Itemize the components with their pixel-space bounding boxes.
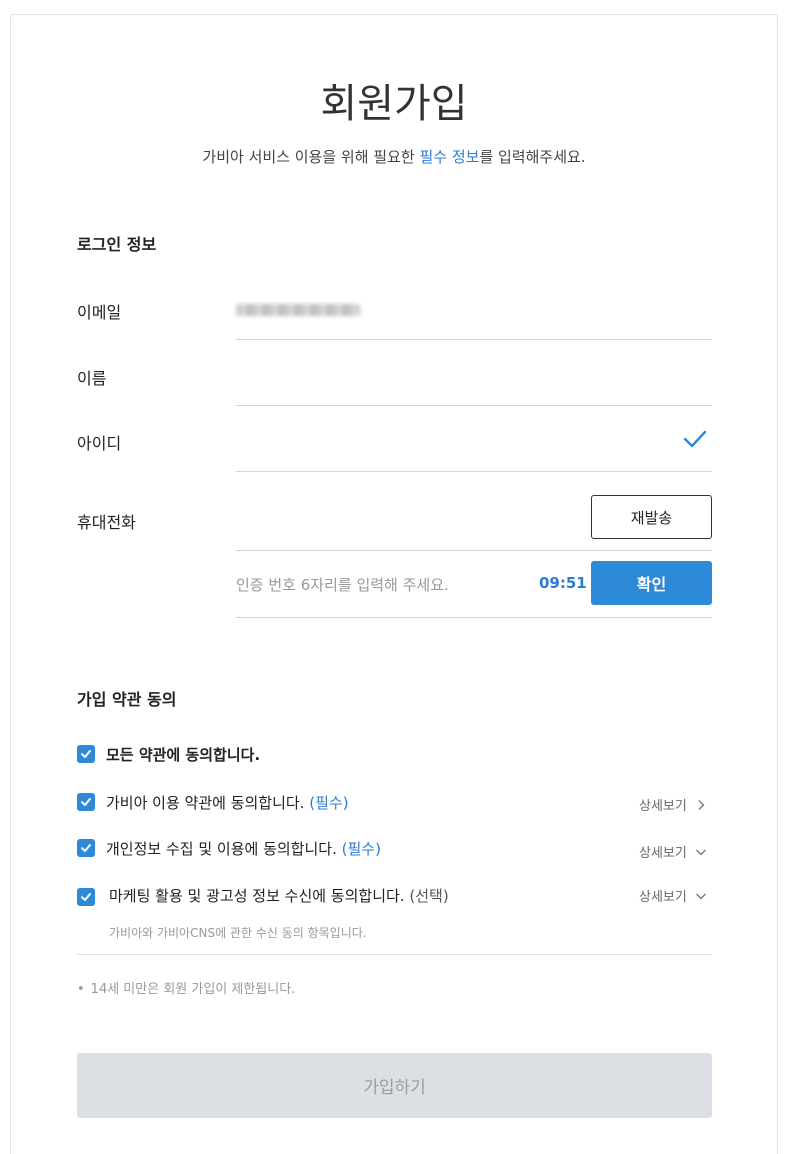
chevron-down-icon [695,849,706,855]
age-notice: • 14세 미만은 회원 가입이 제한됩니다. [77,978,295,997]
checkbox-check-icon [81,844,91,852]
detail-label: 상세보기 [639,890,687,905]
chevron-down-icon [695,893,706,899]
terms-agree-label[interactable]: 가비아 이용 약관에 동의합니다. (필수) [106,792,349,813]
name-underline [236,405,712,406]
checkbox-check-icon [81,798,91,806]
agree-all-checkbox[interactable] [77,745,95,763]
confirm-button[interactable]: 확인 [591,561,712,605]
required-tag: (필수) [309,794,349,812]
marketing-agree-label[interactable]: 마케팅 활용 및 광고성 정보 수신에 동의합니다. (선택) [109,885,449,906]
id-field[interactable] [236,425,666,459]
privacy-agree-label[interactable]: 개인정보 수집 및 이용에 동의합니다. (필수) [106,838,381,859]
required-tag: (필수) [341,840,381,858]
subtitle-suffix: 를 입력해주세요. [479,148,586,166]
phone-field[interactable] [236,497,576,537]
phone-label: 휴대전화 [77,513,136,532]
signup-card: 회원가입 가비아 서비스 이용을 위해 필요한 필수 정보를 입력해주세요. 로… [10,14,778,1154]
marketing-agree-text: 마케팅 활용 및 광고성 정보 수신에 동의합니다. [109,887,405,905]
terms-section-title: 가입 약관 동의 [77,690,177,709]
verification-timer: 09:51 [539,574,587,592]
terms-agree-text: 가비아 이용 약관에 동의합니다. [106,794,305,812]
subtitle-prefix: 가비아 서비스 이용을 위해 필요한 [202,148,420,166]
email-field[interactable] [236,304,360,316]
resend-button[interactable]: 재발송 [591,495,712,539]
chevron-right-icon [698,799,705,810]
verification-code-input[interactable]: 인증 번호 6자리를 입력해 주세요. [236,574,449,595]
privacy-detail-link[interactable]: 상세보기 [639,842,707,861]
name-field[interactable] [236,359,712,393]
login-section-title: 로그인 정보 [77,235,157,254]
checkmark-icon [683,430,707,448]
notice-text: 14세 미만은 회원 가입이 제한됩니다. [90,982,296,997]
detail-label: 상세보기 [639,799,687,814]
marketing-detail-link[interactable]: 상세보기 [639,886,707,905]
marketing-note: 가비아와 가비아CNS에 관한 수신 동의 항목입니다. [109,926,367,940]
id-label: 아이디 [77,434,122,453]
id-underline [236,471,712,472]
signup-submit-button[interactable]: 가입하기 [77,1053,712,1118]
checkbox-check-icon [81,750,91,758]
terms-checkbox[interactable] [77,793,95,811]
privacy-agree-text: 개인정보 수집 및 이용에 동의합니다. [106,840,337,858]
phone-underline [236,550,712,551]
optional-tag: (선택) [409,887,449,905]
page-subtitle: 가비아 서비스 이용을 위해 필요한 필수 정보를 입력해주세요. [11,147,777,167]
detail-label: 상세보기 [639,846,687,861]
notice-bullet: • [77,982,85,997]
privacy-checkbox[interactable] [77,839,95,857]
code-underline [236,617,712,618]
email-label: 이메일 [77,303,122,322]
name-label: 이름 [77,369,107,388]
agree-all-label[interactable]: 모든 약관에 동의합니다. [106,744,260,765]
terms-divider [77,954,712,955]
page-title: 회원가입 [320,81,468,127]
terms-detail-link[interactable]: 상세보기 [639,795,707,814]
email-underline [236,339,712,340]
subtitle-highlight: 필수 정보 [419,148,480,166]
marketing-checkbox[interactable] [77,888,95,906]
checkbox-check-icon [81,893,91,901]
